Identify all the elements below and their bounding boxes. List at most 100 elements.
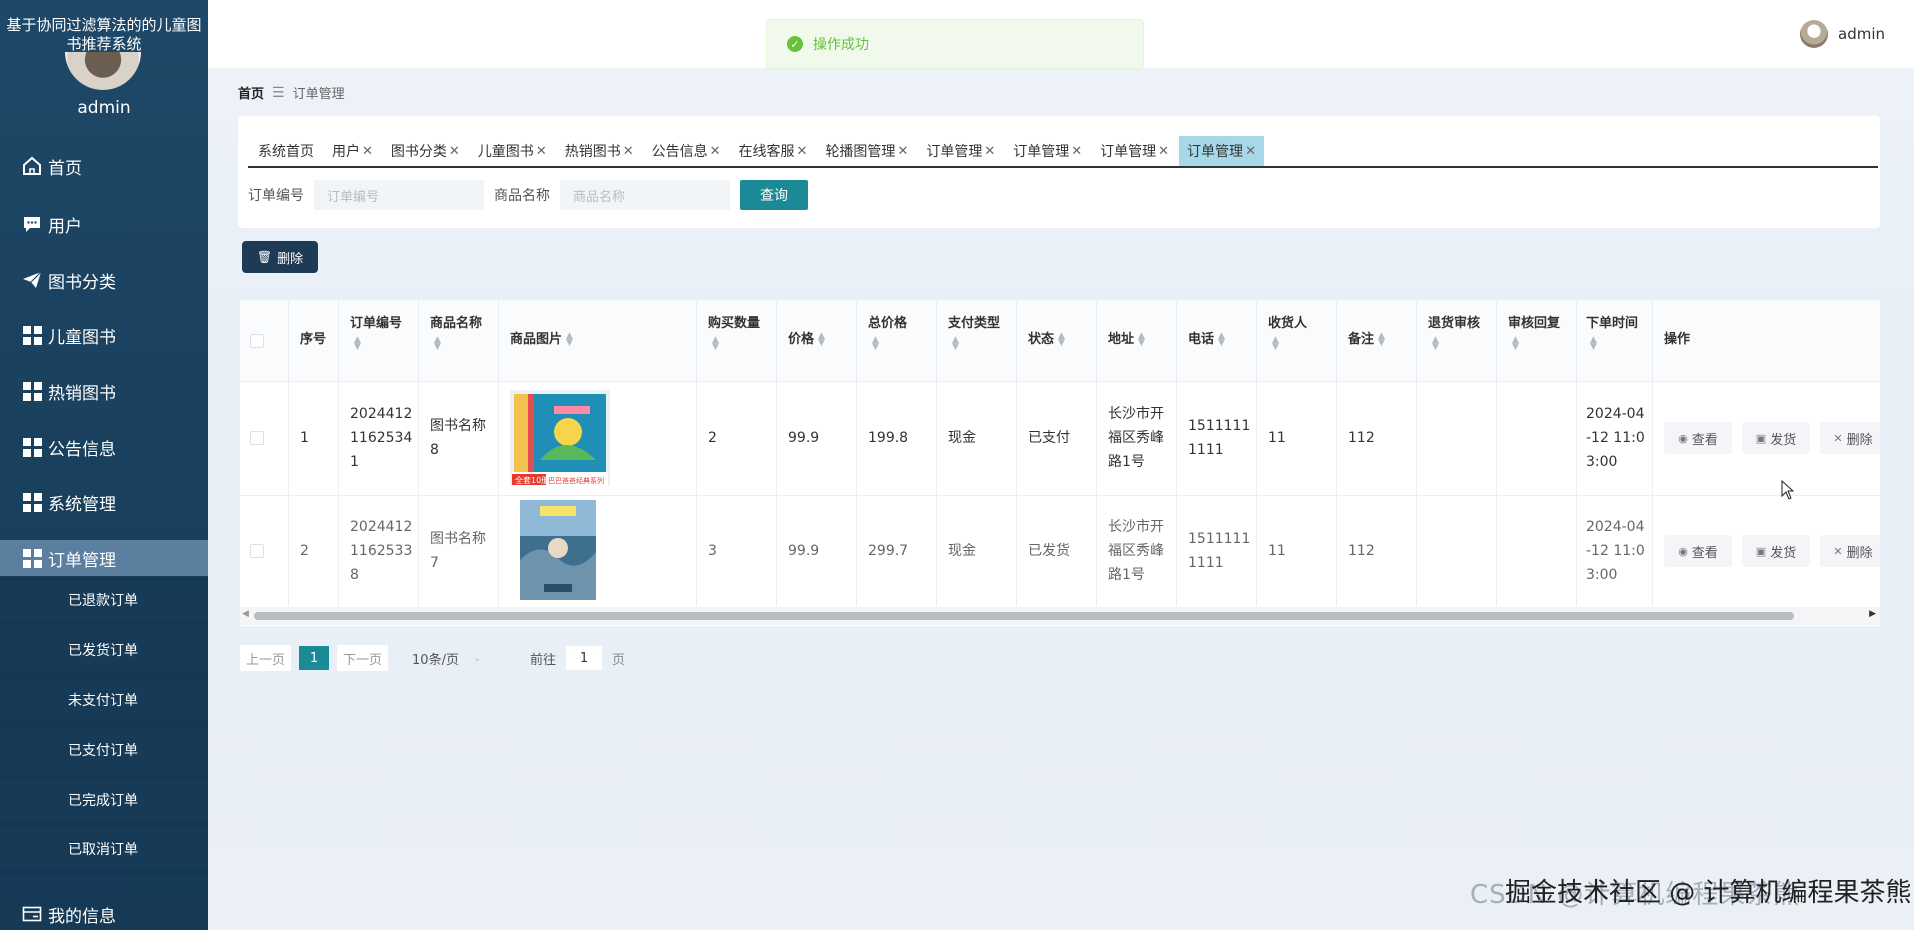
product-image[interactable] <box>520 500 596 600</box>
header-phone[interactable]: 电话 ▲ ▼ <box>1188 330 1225 350</box>
scrollbar-thumb[interactable] <box>254 612 1794 620</box>
row-checkbox[interactable] <box>250 544 264 558</box>
next-page-button[interactable]: 下一页 <box>337 645 389 671</box>
close-icon[interactable]: ✕ <box>623 144 634 159</box>
header-refund-review[interactable]: 退货审核 ▲ ▼ <box>1428 314 1480 354</box>
close-icon[interactable]: ✕ <box>797 144 808 159</box>
header-pay-type[interactable]: 支付类型 ▲ ▼ <box>948 314 1000 354</box>
sidebar-item-orders[interactable]: 订单管理 <box>0 540 208 576</box>
top-username[interactable]: admin <box>1838 25 1885 43</box>
sidebar-item-book-category[interactable]: 图书分类 <box>0 262 208 298</box>
tab-home[interactable]: 系统首页 <box>250 136 322 166</box>
sort-icon[interactable]: ▲ ▼ <box>1138 331 1145 347</box>
close-icon[interactable]: ✕ <box>984 144 995 159</box>
sort-icon[interactable]: ▲ ▼ <box>712 335 719 351</box>
close-icon[interactable]: ✕ <box>1158 144 1169 159</box>
tab-carousel[interactable]: 轮播图管理 ✕ <box>817 136 916 166</box>
tab-announcements[interactable]: 公告信息 ✕ <box>644 136 729 166</box>
view-button[interactable]: ◉ 查看 <box>1664 535 1732 567</box>
tab-orders[interactable]: 订单管理 ✕ <box>1092 136 1177 166</box>
sort-icon[interactable]: ▲ ▼ <box>1432 335 1439 351</box>
eye-icon: ◉ <box>1678 431 1688 445</box>
sidebar-item-bestsellers[interactable]: 热销图书 <box>0 373 208 409</box>
header-remark[interactable]: 备注 ▲ ▼ <box>1348 330 1385 350</box>
column-divider <box>696 300 697 606</box>
sort-icon[interactable]: ▲ ▼ <box>434 335 441 351</box>
sort-icon[interactable]: ▲ ▼ <box>952 335 959 351</box>
ship-button[interactable]: ▣ 发货 <box>1742 422 1810 454</box>
submenu-item-cancelled[interactable]: 已取消订单 <box>0 829 208 869</box>
tab-orders-active[interactable]: 订单管理 ✕ <box>1179 136 1264 166</box>
tab-users[interactable]: 用户 ✕ <box>324 136 381 166</box>
sort-icon[interactable]: ▲ ▼ <box>872 335 879 351</box>
query-button[interactable]: 查询 <box>740 180 808 210</box>
tab-orders[interactable]: 订单管理 ✕ <box>1005 136 1090 166</box>
ship-button[interactable]: ▣ 发货 <box>1742 535 1810 567</box>
horizontal-scrollbar[interactable]: ◀ ▶ <box>240 607 1880 625</box>
sort-icon[interactable]: ▲ ▼ <box>1590 335 1597 351</box>
tab-online-service[interactable]: 在线客服 ✕ <box>731 136 816 166</box>
submenu-item-completed[interactable]: 已完成订单 <box>0 780 208 820</box>
close-icon[interactable]: ✕ <box>1071 144 1082 159</box>
page-size-select[interactable]: 10条/页 ⌄ <box>412 649 492 668</box>
close-icon[interactable]: ✕ <box>449 144 460 159</box>
close-icon[interactable]: ✕ <box>710 144 721 159</box>
box-icon: ▣ <box>1755 431 1767 445</box>
sidebar-item-announcements[interactable]: 公告信息 <box>0 429 208 465</box>
order-no-input[interactable]: 订单编号 <box>314 180 484 210</box>
sidebar-item-children-books[interactable]: 儿童图书 <box>0 317 208 353</box>
goto-page-input[interactable]: 1 <box>566 646 603 670</box>
sidebar-item-users[interactable]: 用户 <box>0 206 208 242</box>
scroll-right-icon[interactable]: ▶ <box>1869 609 1876 619</box>
page-number-current[interactable]: 1 <box>299 646 330 670</box>
product-name-input[interactable]: 商品名称 <box>560 180 730 210</box>
close-icon[interactable]: ✕ <box>1245 144 1256 159</box>
header-price[interactable]: 价格 ▲ ▼ <box>788 330 825 350</box>
header-order-time[interactable]: 下单时间 ▲ ▼ <box>1586 314 1638 354</box>
prev-page-button[interactable]: 上一页 <box>240 645 292 671</box>
close-icon[interactable]: ✕ <box>897 144 908 159</box>
user-avatar[interactable] <box>1800 20 1828 48</box>
header-review-reply[interactable]: 审核回复 ▲ ▼ <box>1508 314 1560 354</box>
sort-icon[interactable]: ▲ ▼ <box>818 331 825 347</box>
header-status[interactable]: 状态 ▲ ▼ <box>1028 330 1065 350</box>
tab-children-books[interactable]: 儿童图书 ✕ <box>470 136 555 166</box>
sort-icon[interactable]: ▲ ▼ <box>1218 331 1225 347</box>
header-product-name[interactable]: 商品名称 ▲ ▼ <box>430 314 482 354</box>
sort-icon[interactable]: ▲ ▼ <box>1512 335 1519 351</box>
row-delete-button[interactable]: ✕ 删除 <box>1820 422 1880 454</box>
scroll-left-icon[interactable]: ◀ <box>242 609 249 619</box>
select-all-checkbox[interactable] <box>250 334 264 348</box>
submenu-item-shipped[interactable]: 已发货订单 <box>0 630 208 670</box>
sidebar-item-my-info[interactable]: 我的信息 <box>0 896 208 930</box>
tab-book-category[interactable]: 图书分类 ✕ <box>383 136 468 166</box>
header-address[interactable]: 地址 ▲ ▼ <box>1108 330 1145 350</box>
menu-separator-icon: ☰ <box>272 84 285 101</box>
header-total[interactable]: 总价格 ▲ ▼ <box>868 314 907 354</box>
sort-icon[interactable]: ▲ ▼ <box>1272 335 1279 351</box>
sort-icon[interactable]: ▲ ▼ <box>566 331 573 347</box>
row-delete-button[interactable]: ✕ 删除 <box>1820 535 1880 567</box>
tab-bestsellers[interactable]: 热销图书 ✕ <box>557 136 642 166</box>
close-icon[interactable]: ✕ <box>362 144 373 159</box>
row-checkbox[interactable] <box>250 431 264 445</box>
sidebar-item-home[interactable]: 首页 <box>0 148 208 184</box>
cell-index: 2 <box>300 543 309 559</box>
header-receiver[interactable]: 收货人 ▲ ▼ <box>1268 314 1307 354</box>
view-button[interactable]: ◉ 查看 <box>1664 422 1732 454</box>
tab-orders[interactable]: 订单管理 ✕ <box>918 136 1003 166</box>
product-image[interactable]: 全套10册 巴巴爸爸经典系列 <box>510 390 610 486</box>
header-product-image[interactable]: 商品图片 ▲ ▼ <box>510 330 573 350</box>
header-quantity[interactable]: 购买数量 ▲ ▼ <box>708 314 760 354</box>
submenu-item-paid[interactable]: 已支付订单 <box>0 730 208 770</box>
sort-icon[interactable]: ▲ ▼ <box>1058 331 1065 347</box>
sort-icon[interactable]: ▲ ▼ <box>1378 331 1385 347</box>
header-order-no[interactable]: 订单编号 ▲ ▼ <box>350 314 402 354</box>
sort-icon[interactable]: ▲ ▼ <box>354 335 361 351</box>
submenu-item-refunded[interactable]: 已退款订单 <box>0 580 208 620</box>
submenu-item-unpaid[interactable]: 未支付订单 <box>0 680 208 720</box>
batch-delete-button[interactable]: 🗑 删除 <box>242 241 318 273</box>
sidebar-item-system[interactable]: 系统管理 <box>0 484 208 520</box>
breadcrumb-home[interactable]: 首页 <box>238 83 264 102</box>
close-icon[interactable]: ✕ <box>536 144 547 159</box>
